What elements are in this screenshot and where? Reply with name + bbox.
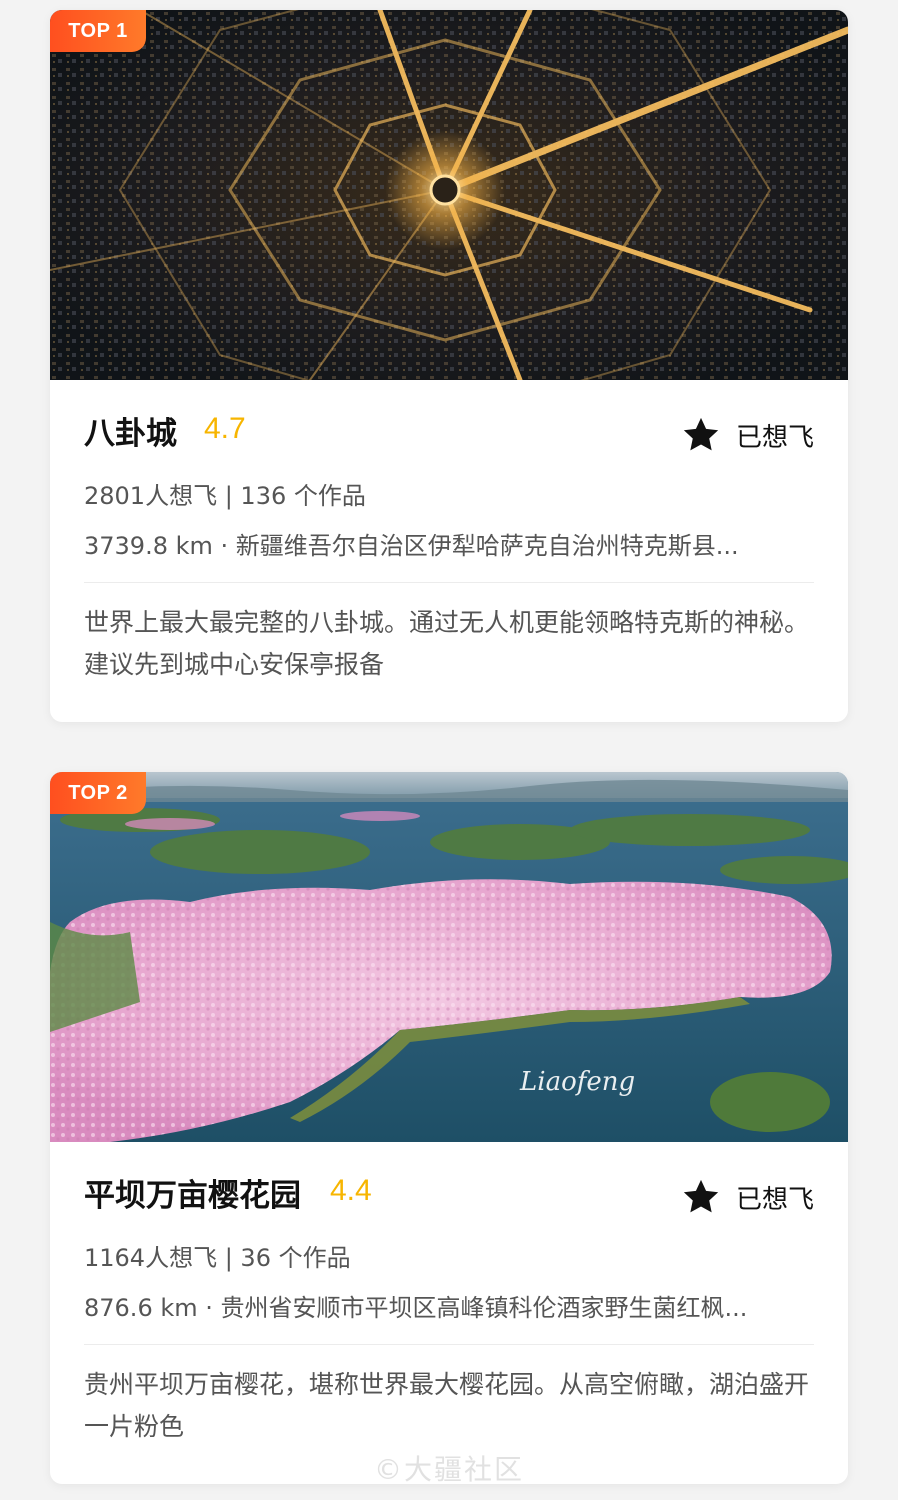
- want-to-fly-label: 已想飞: [735, 1184, 814, 1215]
- photographer-signature: Liaofeng: [519, 1067, 635, 1097]
- want-to-fly-label: 已想飞: [735, 422, 814, 453]
- night-city-aerial-image: [50, 10, 848, 380]
- destination-rating: 4.7: [204, 412, 246, 445]
- destination-location: 3739.8 km · 新疆维吾尔自治区伊犁哈萨克自治州特克斯县...: [84, 532, 739, 560]
- want-to-fly-button[interactable]: 已想飞: [680, 1176, 814, 1218]
- destination-stats: 1164人想飞 | 36 个作品: [84, 1244, 351, 1272]
- destination-title: 平坝万亩樱花园: [84, 1178, 301, 1214]
- destination-description: 贵州平坝万亩樱花，堪称世界最大樱花园。从高空俯瞰，湖泊盛开一片粉色: [84, 1370, 810, 1441]
- star-icon: [683, 1179, 719, 1213]
- destination-rating: 4.4: [330, 1174, 372, 1207]
- destination-stats: 2801人想飞 | 136 个作品: [84, 482, 366, 510]
- destination-description: 世界上最大最完整的八卦城。通过无人机更能领略特克斯的神秘。建议先到城中心安保亭报…: [84, 608, 810, 679]
- cherry-blossom-lake-image: Liaofeng: [50, 772, 848, 1142]
- destination-photo-pingba-cherry-garden[interactable]: Liaofeng: [50, 772, 848, 1142]
- rank-badge: TOP 1: [50, 10, 146, 52]
- destination-photo-bagua-city[interactable]: [50, 10, 848, 380]
- rank-badge: TOP 2: [50, 772, 146, 814]
- svg-text:Liaofeng: Liaofeng: [519, 1067, 635, 1097]
- watermark: ©大疆社区: [373, 1453, 524, 1486]
- destination-card-1[interactable]: TOP 1 八卦城 4.7 已想飞 2801人想飞 | 136 个作品 3739…: [50, 10, 848, 722]
- destination-title: 八卦城: [84, 416, 177, 452]
- want-to-fly-button[interactable]: 已想飞: [680, 414, 814, 456]
- card-divider: [84, 1344, 814, 1345]
- destination-card-2[interactable]: Liaofeng TOP 2 平坝万亩樱花园 4.4 已想飞 1164人想飞 |…: [50, 772, 848, 1484]
- star-icon: [683, 417, 719, 451]
- card-divider: [84, 582, 814, 583]
- destination-location: 876.6 km · 贵州省安顺市平坝区高峰镇科伦酒家野生菌红枫...: [84, 1294, 748, 1322]
